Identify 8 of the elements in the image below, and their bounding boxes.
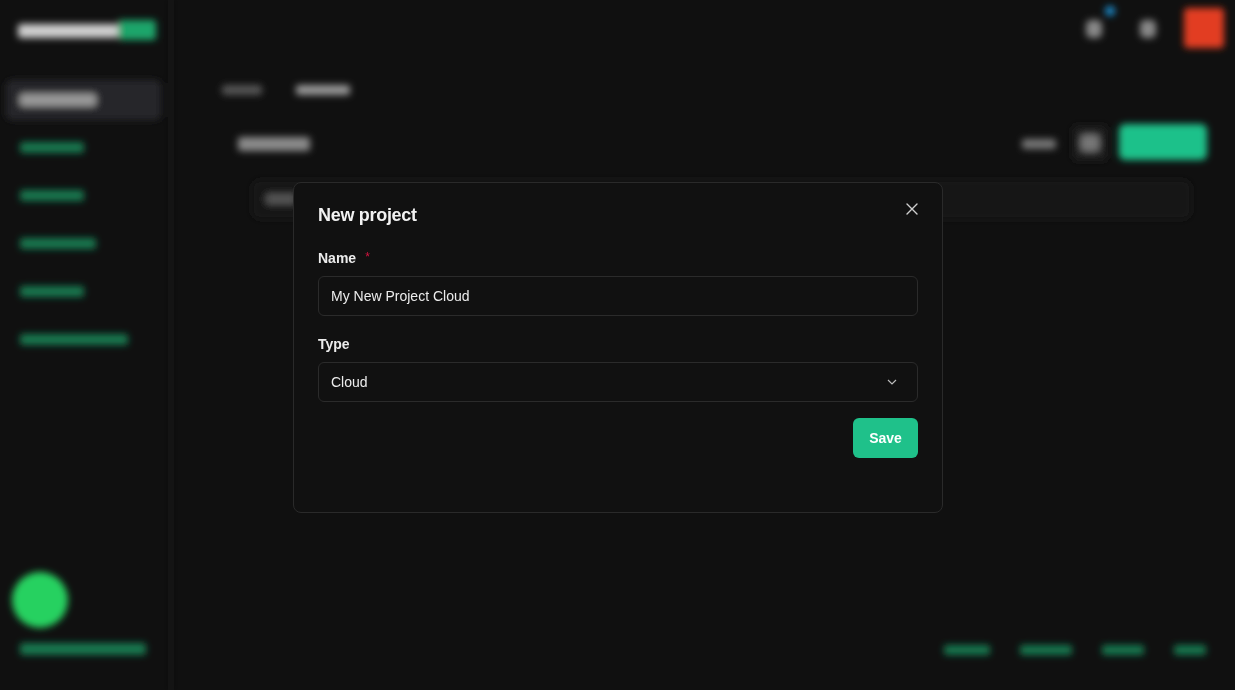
dialog-title: New project [318,204,417,227]
name-field[interactable]: My New Project Cloud [318,276,918,316]
close-icon[interactable] [906,203,918,215]
type-dropdown[interactable]: Cloud [318,362,918,402]
chevron-down-icon [887,379,897,385]
required-mark: * [365,250,370,264]
field-label: Type [318,336,350,352]
field-label: Name [318,250,357,266]
